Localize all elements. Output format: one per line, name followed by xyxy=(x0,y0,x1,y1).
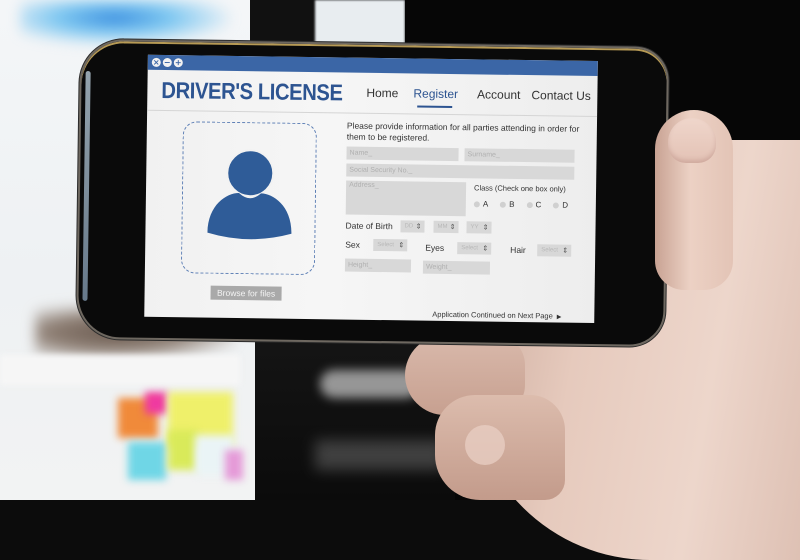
eyes-label: Eyes xyxy=(425,242,445,253)
minimize-icon[interactable]: − xyxy=(162,57,172,68)
radio-label: A xyxy=(482,199,489,209)
radio-button[interactable] xyxy=(553,201,560,209)
background-blur-object xyxy=(315,440,445,470)
nav-contact-us[interactable]: Contact Us xyxy=(531,88,591,103)
radio-button[interactable] xyxy=(500,201,507,208)
thumb-nail xyxy=(668,118,716,163)
chevron-updown-icon: ⇕ xyxy=(562,246,569,255)
arrow-right-icon: ▶ xyxy=(556,313,562,321)
maximize-icon[interactable]: + xyxy=(173,58,183,68)
sex-select[interactable]: Select ⇕ xyxy=(373,238,408,252)
class-label: Class (Check one box only) xyxy=(474,183,566,194)
radio-label: B xyxy=(509,199,515,209)
smartphone: × − + DRIVER'S LICENSE Home Register Acc… xyxy=(75,38,670,348)
hair-select[interactable]: Select ⇕ xyxy=(537,244,572,257)
weight-input[interactable] xyxy=(422,260,491,275)
height-input[interactable] xyxy=(344,258,412,273)
finger-nail xyxy=(465,425,505,465)
photo-dropzone[interactable] xyxy=(180,121,317,276)
chevron-updown-icon: ⇕ xyxy=(482,223,489,232)
phone-edge-highlight xyxy=(82,70,91,301)
nav-register[interactable]: Register xyxy=(413,86,459,109)
hair-label: Hair xyxy=(510,244,526,256)
main-nav: Home Register Account Contact Us xyxy=(366,86,591,109)
sticky-note xyxy=(225,450,243,480)
class-option-c[interactable]: C xyxy=(526,200,541,209)
radio-button[interactable] xyxy=(526,201,533,208)
browse-files-button[interactable]: Browse for files xyxy=(210,285,282,301)
form-instructions: Please provide information for all parti… xyxy=(346,120,580,143)
background-blue-blur xyxy=(20,0,230,45)
select-value: Select xyxy=(541,247,558,254)
background-shelf xyxy=(0,355,240,385)
select-value: YY xyxy=(470,224,479,231)
chevron-updown-icon: ⇕ xyxy=(449,223,456,232)
next-page-text: Application Continued on Next Page xyxy=(432,309,553,321)
select-value: Select xyxy=(377,241,395,249)
dob-label: Date of Birth xyxy=(345,220,393,232)
eyes-select[interactable]: Select ⇕ xyxy=(457,242,492,255)
sticky-note xyxy=(128,442,166,480)
phone-screen: × − + DRIVER'S LICENSE Home Register Acc… xyxy=(144,54,598,324)
chevron-updown-icon: ⇕ xyxy=(415,222,422,231)
active-tab-indicator xyxy=(417,105,452,109)
dob-year-select[interactable]: YY ⇕ xyxy=(466,221,492,234)
chevron-updown-icon: ⇕ xyxy=(482,244,489,253)
site-header: DRIVER'S LICENSE Home Register Account C… xyxy=(147,69,598,118)
name-input[interactable] xyxy=(346,146,459,162)
class-option-d[interactable]: D xyxy=(553,200,569,210)
nav-register-label: Register xyxy=(413,86,459,102)
select-value: Select xyxy=(461,245,478,252)
page-title: DRIVER'S LICENSE xyxy=(161,76,343,105)
close-icon[interactable]: × xyxy=(151,57,161,67)
select-value: MM xyxy=(437,223,448,230)
ssn-input[interactable] xyxy=(346,163,575,180)
dob-month-select[interactable]: MM ⇕ xyxy=(433,220,459,234)
dob-day-select[interactable]: DD ⇕ xyxy=(400,220,425,233)
nav-account[interactable]: Account xyxy=(477,87,521,102)
sticky-note xyxy=(168,430,198,470)
surname-input[interactable] xyxy=(464,148,575,163)
next-page-link[interactable]: Application Continued on Next Page ▶ xyxy=(432,310,561,321)
radio-label: D xyxy=(562,200,569,210)
class-option-b[interactable]: B xyxy=(500,199,515,209)
address-input[interactable] xyxy=(345,180,467,217)
nav-home[interactable]: Home xyxy=(366,86,398,100)
sex-label: Sex xyxy=(345,239,361,250)
radio-button[interactable] xyxy=(473,200,480,207)
class-option-a[interactable]: A xyxy=(473,199,489,209)
user-silhouette-icon xyxy=(207,149,292,240)
chevron-updown-icon: ⇕ xyxy=(398,241,405,250)
radio-label: C xyxy=(535,200,542,210)
class-radio-group: A B C D xyxy=(473,199,569,210)
select-value: DD xyxy=(404,223,414,230)
registration-content: Browse for files Please provide informat… xyxy=(144,111,597,323)
sticky-note xyxy=(145,392,167,414)
